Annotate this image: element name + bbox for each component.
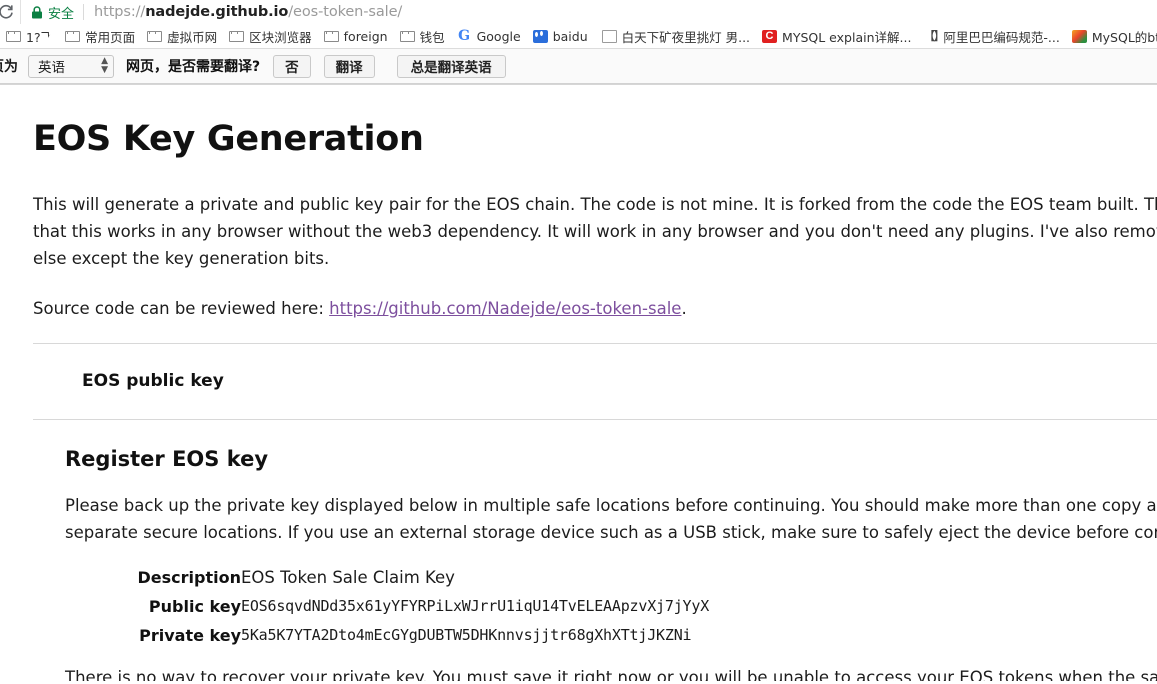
omnibar-row: 安全 https://nadejde.github.io/eos-token-s…	[0, 0, 1157, 24]
table-row: Private key 5Ka5K7YTA2Dto4mEcGYgDUBTW5DH…	[65, 621, 709, 650]
row-value-private-key[interactable]: 5Ka5K7YTA2Dto4mEcGYgDUBTW5DHKnnvsjjtr68g…	[241, 621, 709, 650]
brackets-icon: 【】	[923, 28, 945, 43]
bookmark-label: Google	[476, 28, 521, 44]
csdn-c-icon: C	[762, 29, 778, 43]
bookmark-item[interactable]: baidu	[527, 26, 594, 46]
row-value-description: EOS Token Sale Claim Key	[241, 568, 455, 587]
translate-always-button[interactable]: 总是翻译英语	[396, 54, 506, 78]
notice-line: Please back up the private key displayed…	[65, 496, 1157, 515]
intro-line: This will generate a private and public …	[33, 195, 1157, 214]
bookmark-label: MySQL的btree索	[1091, 29, 1157, 45]
bookmark-label: foreign	[343, 28, 388, 44]
register-eos-key-heading: Register EOS key	[65, 447, 269, 471]
url-path: /eos-token-sale/	[288, 4, 403, 20]
row-value-public-key[interactable]: EOS6sqvdNDd35x61yYFYRPiLxWJrrU1iqU14TvEL…	[241, 592, 709, 621]
page-content: EOS Key Generation This will generate a …	[0, 85, 1157, 681]
url-text[interactable]: https://nadejde.github.io/eos-token-sale…	[94, 4, 402, 20]
google-g-icon: G	[458, 27, 471, 44]
address-bar[interactable]: 安全 https://nadejde.github.io/eos-token-s…	[20, 0, 1157, 24]
translate-lead-text: 页为	[0, 59, 18, 75]
bookmark-label: baidu	[552, 28, 588, 44]
eos-public-key-heading: EOS public key	[82, 371, 224, 391]
bookmark-label: 区块浏览器	[249, 29, 312, 45]
intro-line: that this works in any browser without t…	[33, 222, 1157, 241]
tab-cursor-overlay	[34, 24, 68, 48]
url-scheme: https://	[94, 4, 146, 20]
source-prefix: Source code can be reviewed here:	[33, 299, 330, 318]
notice-line: separate secure locations. If you use an…	[65, 523, 1157, 542]
recovery-warning: There is no way to recover your private …	[65, 668, 1157, 681]
folder-icon	[323, 30, 339, 42]
bookmark-item[interactable]: MySQL的btree索	[1066, 26, 1157, 46]
document-icon	[601, 29, 617, 43]
bookmark-item[interactable]: 常用页面	[59, 26, 141, 46]
source-suffix: .	[681, 299, 687, 318]
row-label: Public key	[148, 597, 241, 616]
translate-question: 网页，是否需要翻译?	[126, 59, 261, 75]
chevron-updown-icon: ▲ ▼	[101, 56, 108, 75]
bookmark-item[interactable]: 【】 阿里巴巴编码规范-...	[917, 26, 1065, 46]
security-label: 安全	[48, 6, 75, 22]
bookmark-label: 白天下矿夜里挑灯 男...	[621, 29, 751, 45]
baidu-paw-icon	[532, 29, 548, 43]
folder-icon	[229, 30, 245, 42]
translate-infobar: 页为 英语 ▲▼ 网页，是否需要翻译? 否 翻译 总是翻译英语	[0, 49, 1157, 84]
source-code-link[interactable]: https://github.com/Nadejde/eos-token-sal…	[329, 299, 681, 318]
divider	[33, 419, 1157, 420]
reload-icon[interactable]	[0, 1, 18, 23]
row-label: Private key	[139, 626, 241, 645]
bookmark-label: MYSQL explain详解...	[782, 29, 912, 45]
content-container: EOS Key Generation This will generate a …	[0, 119, 1157, 681]
lock-icon	[31, 5, 43, 19]
folder-icon	[6, 30, 21, 42]
bookmark-label: 钱包	[419, 29, 445, 45]
bookmark-item[interactable]: foreign	[318, 26, 394, 46]
bookmark-label: 阿里巴巴编码规范-...	[943, 29, 1060, 45]
table-row: Description EOS Token Sale Claim Key	[65, 563, 709, 592]
bookmark-item[interactable]: 钱包	[394, 26, 451, 46]
translate-decline-button[interactable]: 否	[273, 54, 311, 78]
bookmark-item[interactable]: 区块浏览器	[223, 26, 318, 46]
translate-language-select[interactable]: 英语 ▲ ▼	[28, 54, 114, 78]
translate-accept-button[interactable]: 翻译	[323, 54, 375, 78]
backup-notice: Please back up the private key displayed…	[33, 492, 1157, 546]
key-table: Description EOS Token Sale Claim Key Pub…	[65, 563, 710, 650]
bookmark-item[interactable]: G Google	[451, 26, 527, 46]
url-host: nadejde.github.io	[145, 4, 289, 20]
translate-language-value: 英语	[38, 60, 65, 76]
bookmark-item[interactable]: 白天下矿夜里挑灯 男...	[594, 26, 756, 46]
intro-line: else except the key generation bits.	[33, 249, 330, 268]
mysql-btree-icon	[1071, 29, 1087, 43]
table-row: Public key EOS6sqvdNDd35x61yYFYRPiLxWJrr…	[65, 592, 709, 621]
folder-icon	[399, 30, 415, 42]
row-label: Description	[137, 568, 241, 587]
page-title: EOS Key Generation	[33, 119, 424, 159]
bookmark-item[interactable]: 虚拟币网	[141, 26, 223, 46]
bookmarks-bar: 1?飞 常用页面 虚拟币网 区块浏览器 foreign 钱包 G Google	[0, 24, 1157, 49]
intro-paragraph: This will generate a private and public …	[33, 191, 1157, 272]
bookmark-item[interactable]: C MYSQL explain详解...	[756, 26, 917, 46]
omnibox-divider	[83, 4, 85, 20]
browser-chrome: 安全 https://nadejde.github.io/eos-token-s…	[0, 0, 1157, 85]
bookmark-label: 常用页面	[85, 29, 136, 45]
bookmark-label: 虚拟币网	[167, 29, 218, 45]
folder-icon	[147, 30, 163, 42]
source-code-paragraph: Source code can be reviewed here: https:…	[33, 299, 1140, 318]
